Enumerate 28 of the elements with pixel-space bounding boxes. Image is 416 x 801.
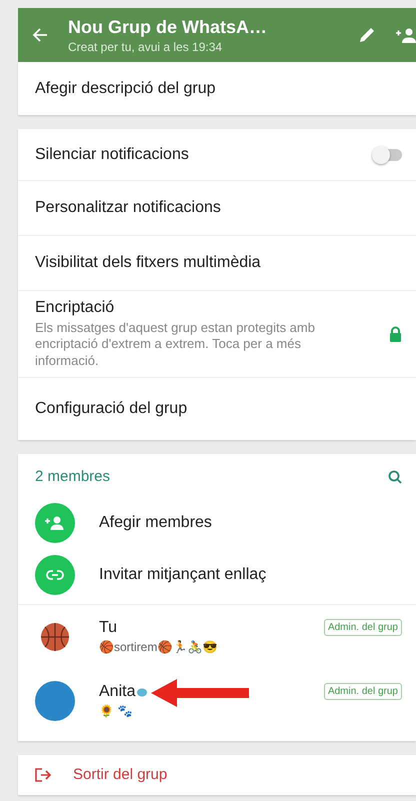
group-title: Nou Grup de WhatsA… (68, 16, 268, 38)
link-icon (35, 554, 75, 595)
setting-label[interactable]: Silenciar notificacions (35, 146, 374, 164)
pencil-icon[interactable] (358, 26, 376, 44)
add-person-icon[interactable] (396, 27, 416, 43)
group-subtitle: Creat per tu, avui a les 19:34 (68, 40, 224, 54)
add-person-icon (35, 502, 75, 543)
admin-badge: Admin. del grup (324, 618, 402, 636)
search-icon[interactable] (388, 470, 402, 484)
emoji-icon (137, 688, 148, 697)
back-button[interactable] (32, 27, 48, 43)
exit-icon (35, 768, 51, 782)
member-status: 🏀sortirem🏀🏃🚴😎 (99, 640, 218, 654)
member-status: 🌻 🐾 (99, 704, 134, 718)
leave-group-button[interactable]: Sortir del grup (73, 766, 168, 784)
setting-detail: Els missatges d'aquest grup estan protegits amb encriptació d'extrem a extrem. Toca per a més informació. (35, 320, 316, 369)
member-action[interactable]: Invitar mitjançant enllaç (99, 566, 402, 584)
avatar-circle (35, 680, 75, 721)
admin-badge: Admin. del grup (324, 682, 402, 700)
lock-icon (389, 326, 402, 342)
members-count: 2 membres (35, 468, 112, 486)
setting-label[interactable]: Configuració del grup (35, 400, 402, 418)
setting-label[interactable]: Visibilitat dels fitxers multimèdia (35, 254, 402, 272)
member-name[interactable]: Tu (99, 619, 118, 638)
setting-label[interactable]: Encriptació (35, 299, 359, 317)
member-action[interactable]: Afegir membres (99, 514, 402, 532)
setting-label[interactable]: Personalitzar notificacions (35, 199, 402, 217)
member-name[interactable]: Anita (99, 683, 136, 702)
